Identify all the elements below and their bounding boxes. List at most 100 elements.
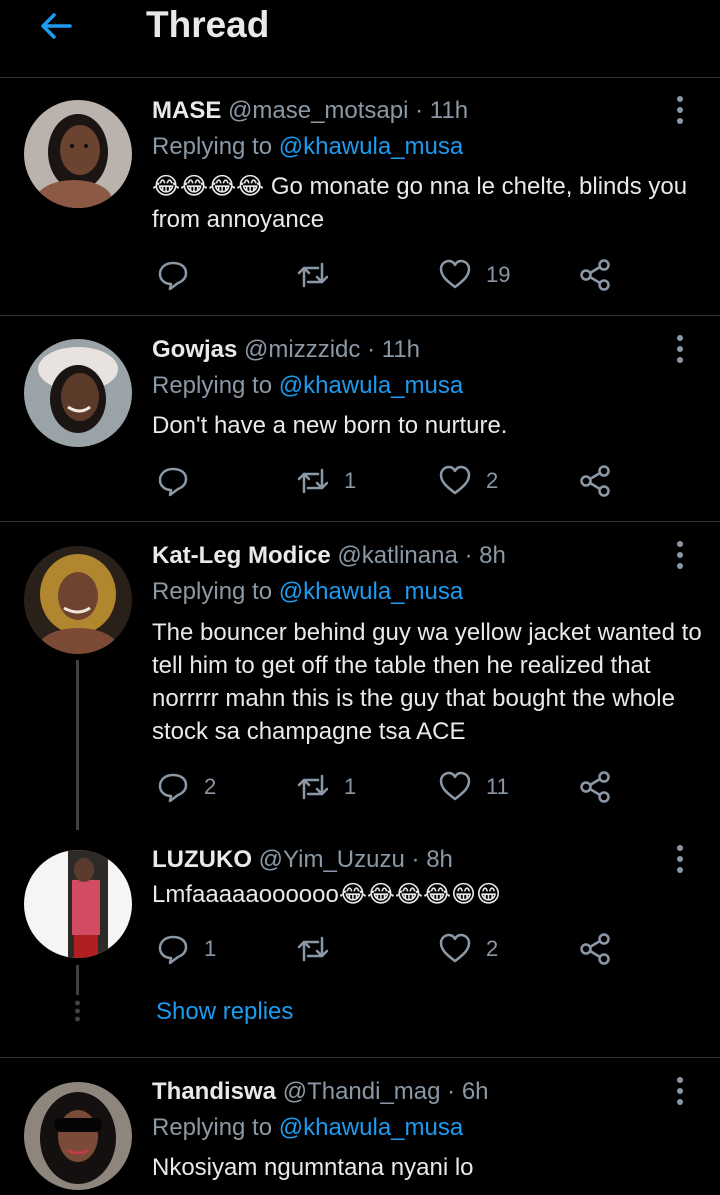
divider [0, 1057, 720, 1058]
replying-label: Replying to [152, 1114, 273, 1141]
replying-to: Replying to @khawula_musa [152, 132, 463, 162]
tweet-meta: Thandiswa @Thandi_mag · 6h [152, 1077, 489, 1107]
heart-icon [439, 465, 471, 495]
like-count: 2 [486, 468, 499, 493]
timestamp: 8h [426, 846, 453, 873]
heart-icon [439, 771, 471, 801]
replying-to: Replying to @khawula_musa [152, 577, 463, 607]
author-handle[interactable]: @Yim_Uzuzu [259, 846, 405, 873]
avatar[interactable] [24, 339, 132, 447]
mention-link[interactable]: @khawula_musa [279, 578, 463, 605]
meta-separator: · [367, 336, 376, 363]
more-options-icon[interactable] [670, 334, 690, 364]
replying-label: Replying to [152, 372, 273, 399]
reply-icon [158, 467, 188, 497]
replying-to: Replying to @khawula_musa [152, 1113, 463, 1143]
page-title: Thread [146, 4, 270, 45]
retweet-button[interactable] [296, 929, 344, 969]
replying-label: Replying to [152, 578, 273, 605]
more-options-icon[interactable] [670, 540, 690, 570]
share-icon [580, 465, 610, 497]
reply-button[interactable] [156, 461, 204, 501]
retweet-button[interactable]: 1 [296, 767, 356, 807]
divider [0, 315, 720, 316]
tweet-actions: 19 [152, 255, 632, 295]
back-arrow-icon[interactable] [36, 6, 76, 46]
share-icon [580, 259, 610, 291]
thread-connector [76, 660, 79, 830]
tweet-meta: Kat-Leg Modice @katlinana · 8h [152, 541, 506, 571]
header-bar: Thread [0, 0, 720, 78]
reply-count: 1 [204, 936, 217, 961]
tweet-text: Don't have a new born to nurture. [152, 412, 508, 439]
share-button[interactable] [578, 255, 612, 295]
author-handle[interactable]: @mizzzidc [244, 336, 360, 363]
author-name[interactable]: Kat-Leg Modice [152, 542, 331, 569]
tweet-meta: MASE @mase_motsapi · 11h [152, 96, 468, 126]
share-button[interactable] [578, 767, 612, 807]
tweet-text: 😂😂😂😂 Go monate go nna le chelte, blinds … [152, 173, 688, 233]
reply-button[interactable]: 1 [156, 929, 216, 969]
replying-to: Replying to @khawula_musa [152, 371, 463, 401]
reply-icon [158, 261, 188, 291]
author-name[interactable]: MASE [152, 97, 221, 124]
meta-separator: · [447, 1078, 456, 1105]
share-icon [580, 771, 610, 803]
tweet-text: Lmfaaaaaoooooo😂😂😂😂😁😁 [152, 881, 502, 908]
heart-icon [439, 259, 471, 289]
tweet-text: The bouncer behind guy wa yellow jacket … [152, 619, 702, 745]
author-name[interactable]: LUZUKO [152, 846, 252, 873]
meta-separator: · [464, 542, 473, 569]
share-button[interactable] [578, 461, 612, 501]
meta-separator: · [411, 846, 420, 873]
author-name[interactable]: Gowjas [152, 336, 237, 363]
retweet-button[interactable] [296, 255, 344, 295]
timestamp: 11h [429, 97, 469, 124]
author-handle[interactable]: @Thandi_mag [283, 1078, 441, 1105]
tweet-meta: LUZUKO @Yim_Uzuzu · 8h [152, 845, 453, 875]
timestamp: 8h [479, 542, 506, 569]
share-button[interactable] [578, 929, 612, 969]
author-handle[interactable]: @mase_motsapi [228, 97, 408, 124]
retweet-icon [297, 468, 329, 494]
avatar[interactable] [24, 1082, 132, 1190]
author-name[interactable]: Thandiswa [152, 1078, 276, 1105]
like-count: 19 [486, 262, 511, 287]
show-replies-link[interactable]: Show replies [156, 997, 293, 1027]
retweet-count: 1 [344, 774, 357, 799]
retweet-count: 1 [344, 468, 357, 493]
mention-link[interactable]: @khawula_musa [279, 1114, 463, 1141]
tweet-actions: 2 1 11 [152, 767, 632, 807]
author-handle[interactable]: @katlinana [337, 542, 457, 569]
mention-link[interactable]: @khawula_musa [279, 372, 463, 399]
like-button[interactable]: 2 [438, 461, 498, 501]
retweet-button[interactable]: 1 [296, 461, 356, 501]
retweet-icon [297, 774, 329, 800]
heart-icon [439, 933, 471, 963]
tweet-text: Nkosiyam ngumntana nyani lo [152, 1154, 474, 1181]
tweet-meta: Gowjas @mizzzidc · 11h [152, 335, 420, 365]
avatar[interactable] [24, 546, 132, 654]
like-count: 2 [486, 936, 499, 961]
like-button[interactable]: 11 [438, 767, 509, 807]
like-button[interactable]: 2 [438, 929, 498, 969]
more-options-icon[interactable] [670, 95, 690, 125]
like-button[interactable]: 19 [438, 255, 510, 295]
timestamp: 11h [381, 336, 421, 363]
reply-button[interactable] [156, 255, 204, 295]
mention-link[interactable]: @khawula_musa [279, 133, 463, 160]
reply-button[interactable]: 2 [156, 767, 216, 807]
reply-count: 2 [204, 774, 217, 799]
more-options-icon[interactable] [670, 844, 690, 874]
tweet-actions: 1 2 [152, 929, 632, 969]
retweet-icon [297, 936, 329, 962]
timestamp: 6h [461, 1078, 489, 1105]
more-options-icon[interactable] [670, 1076, 690, 1106]
share-icon [580, 933, 610, 965]
reply-icon [158, 935, 188, 965]
tweet-actions: 1 2 [152, 461, 632, 501]
like-count: 11 [486, 774, 509, 799]
reply-icon [158, 773, 188, 803]
avatar[interactable] [24, 850, 132, 958]
avatar[interactable] [24, 100, 132, 208]
